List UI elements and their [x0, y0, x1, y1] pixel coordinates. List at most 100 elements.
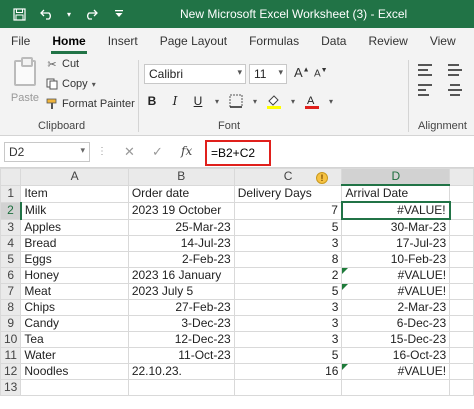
cell-b9[interactable]: 3-Dec-23: [127, 315, 235, 332]
cell-a4[interactable]: Bread: [20, 235, 129, 252]
insert-function-icon[interactable]: fx: [181, 144, 192, 158]
cell-b13[interactable]: [127, 379, 235, 396]
cell-d9[interactable]: 6-Dec-23: [341, 315, 451, 332]
row-header[interactable]: 2: [0, 201, 22, 220]
cell-d1[interactable]: Arrival Date: [341, 184, 451, 203]
formula-input[interactable]: =B2+C2: [205, 140, 271, 166]
cell-d7[interactable]: #VALUE!: [341, 283, 451, 300]
row-header[interactable]: 7: [0, 283, 22, 300]
chevron-down-icon[interactable]: ▾: [213, 92, 221, 110]
row-header[interactable]: 8: [0, 299, 22, 316]
cell-e13[interactable]: [449, 379, 474, 396]
cell-b10[interactable]: 12-Dec-23: [127, 331, 235, 348]
cell-c1[interactable]: Delivery Days: [233, 184, 343, 203]
cell-e9[interactable]: [449, 315, 474, 332]
cell-b7[interactable]: 2023 July 5: [127, 283, 235, 300]
cell-e1[interactable]: [449, 184, 474, 203]
cell-c6[interactable]: 2: [233, 267, 343, 284]
tab-view[interactable]: View: [419, 34, 467, 54]
cell-d12[interactable]: #VALUE!: [341, 363, 451, 380]
undo-icon[interactable]: [36, 3, 58, 25]
row-header[interactable]: 13: [0, 379, 22, 396]
name-box[interactable]: D2 ▾: [4, 142, 90, 162]
row-header[interactable]: 1: [0, 184, 22, 203]
cell-a9[interactable]: Candy: [20, 315, 129, 332]
select-all-corner[interactable]: [0, 168, 22, 186]
fill-color-icon[interactable]: [266, 92, 282, 110]
cell-c7[interactable]: 5: [233, 283, 343, 300]
cell-d3[interactable]: 30-Mar-23: [341, 218, 451, 236]
cell-c4[interactable]: 3: [233, 235, 343, 252]
cell-e10[interactable]: [449, 331, 474, 348]
copy-button[interactable]: Copy ▾: [46, 78, 96, 90]
cell-a8[interactable]: Chips: [20, 299, 129, 316]
cell-b12[interactable]: 22.10.23.: [127, 363, 235, 380]
row-header[interactable]: 10: [0, 331, 22, 348]
cell-e12[interactable]: [449, 363, 474, 380]
cell-c3[interactable]: 5: [233, 218, 343, 236]
cell-e3[interactable]: [449, 218, 474, 236]
cell-b5[interactable]: 2-Feb-23: [127, 251, 235, 268]
font-color-icon[interactable]: A: [304, 92, 320, 110]
warning-icon[interactable]: !: [316, 172, 328, 184]
tab-data[interactable]: Data: [310, 34, 357, 54]
cell-d2[interactable]: #VALUE!: [340, 201, 451, 220]
column-header-e[interactable]: [449, 168, 474, 186]
tab-formulas[interactable]: Formulas: [238, 34, 310, 54]
redo-icon[interactable]: [80, 3, 102, 25]
customize-icon[interactable]: [108, 3, 130, 25]
cell-a5[interactable]: Eggs: [20, 251, 129, 268]
chevron-down-icon[interactable]: ▾: [251, 92, 259, 110]
cell-e6[interactable]: [449, 267, 474, 284]
save-icon[interactable]: [8, 3, 30, 25]
cell-d11[interactable]: 16-Oct-23: [341, 347, 451, 364]
cell-a11[interactable]: Water: [20, 347, 129, 364]
cell-b8[interactable]: 27-Feb-23: [127, 299, 235, 316]
chevron-down-icon[interactable]: ▾: [92, 80, 96, 89]
cut-button[interactable]: ✂ Cut: [46, 58, 79, 71]
cell-e8[interactable]: [449, 299, 474, 316]
cell-d6[interactable]: #VALUE!: [341, 267, 451, 284]
cell-c13[interactable]: [233, 379, 343, 396]
column-header-d[interactable]: D: [341, 168, 451, 186]
bold-button[interactable]: B: [144, 92, 160, 110]
cell-c10[interactable]: 3: [233, 331, 343, 348]
format-painter-button[interactable]: Format Painter: [46, 98, 135, 110]
cell-a6[interactable]: Honey: [20, 267, 129, 284]
chevron-down-icon[interactable]: ▾: [289, 92, 297, 110]
cell-c8[interactable]: 3: [233, 299, 343, 316]
tab-page-layout[interactable]: Page Layout: [149, 34, 238, 54]
enter-icon[interactable]: ✓: [152, 144, 163, 160]
cell-c9[interactable]: 3: [233, 315, 343, 332]
cell-a10[interactable]: Tea: [20, 331, 129, 348]
cell-c11[interactable]: 5: [233, 347, 343, 364]
chevron-down-icon[interactable]: ▾: [64, 3, 74, 25]
tab-file[interactable]: File: [0, 34, 41, 54]
cell-b1[interactable]: Order date: [127, 184, 235, 203]
cell-a1[interactable]: Item: [20, 184, 129, 203]
cell-b4[interactable]: 14-Jul-23: [127, 235, 235, 252]
row-header[interactable]: 6: [0, 267, 22, 284]
align-middle-icon[interactable]: [448, 64, 462, 76]
column-header-b[interactable]: B: [127, 168, 235, 186]
cell-e4[interactable]: [449, 235, 474, 252]
cancel-icon[interactable]: ✕: [124, 144, 135, 160]
cell-d13[interactable]: [341, 379, 451, 396]
italic-button[interactable]: I: [167, 92, 183, 110]
more-icon[interactable]: ⋮: [97, 146, 107, 157]
row-header[interactable]: 4: [0, 235, 22, 252]
cell-a7[interactable]: Meat: [20, 283, 129, 300]
cell-b3[interactable]: 25-Mar-23: [127, 218, 235, 236]
tab-review[interactable]: Review: [357, 34, 418, 54]
paste-button[interactable]: Paste: [8, 57, 42, 110]
row-header[interactable]: 12: [0, 363, 22, 380]
cell-c2[interactable]: 7: [233, 201, 343, 220]
cell-e2[interactable]: [449, 201, 474, 220]
font-name-select[interactable]: Calibri ▾: [144, 64, 246, 84]
column-header-a[interactable]: A: [20, 168, 129, 186]
row-header[interactable]: 3: [0, 218, 22, 236]
font-size-select[interactable]: 11 ▾: [249, 64, 287, 84]
grow-font-button[interactable]: A▲: [294, 65, 310, 80]
align-left-icon[interactable]: [418, 84, 432, 96]
cell-b11[interactable]: 11-Oct-23: [127, 347, 235, 364]
